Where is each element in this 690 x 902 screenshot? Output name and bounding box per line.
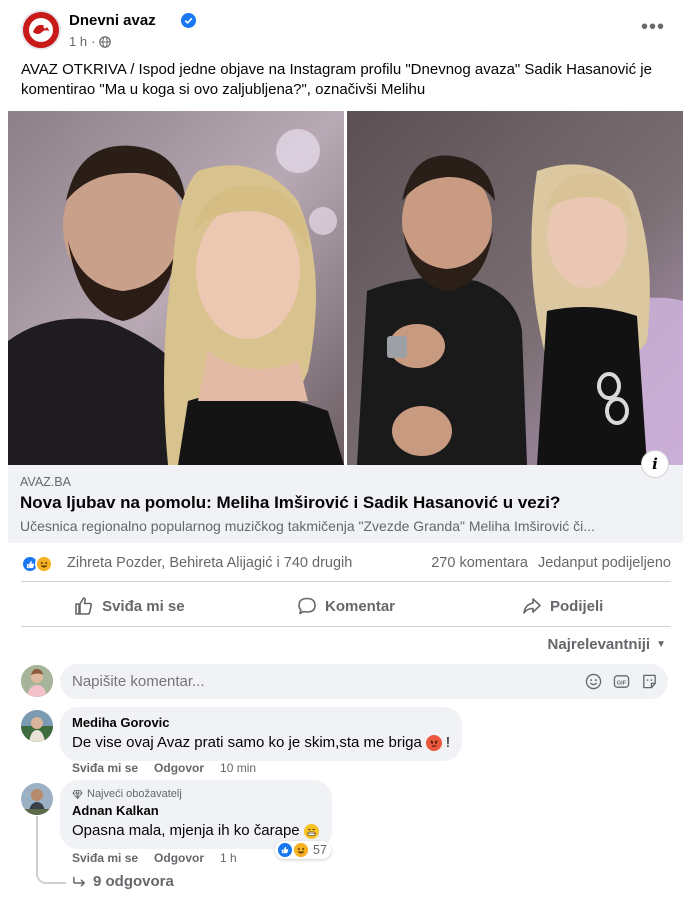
facebook-post: Dnevni avaz 1 h · ••• AVAZ OTKRIVA / Isp… [0, 0, 690, 902]
reactors-list[interactable]: Zihreta Pozder, Behireta Alijagić i 740 … [67, 555, 352, 571]
reply-arrow-icon [73, 876, 85, 886]
comment-text: Opasna mala, mjenja ih ko čarape [72, 822, 300, 839]
comment-input[interactable] [72, 664, 532, 699]
comment-icon [298, 597, 316, 615]
diamond-icon [72, 789, 83, 799]
comment-composer[interactable]: GIF [60, 664, 668, 699]
link-title[interactable]: Nova ljubav na pomolu: Meliha Imširović … [20, 493, 560, 513]
like-label: Sviđa mi se [102, 597, 185, 615]
commenter-avatar[interactable] [21, 710, 53, 742]
chevron-down-icon: ▼ [656, 639, 666, 650]
comment-reaction-count[interactable]: 57 [275, 841, 331, 859]
haha-reaction-icon [293, 842, 309, 858]
post-actions: Sviđa mi se Komentar Podijeli [21, 588, 671, 624]
reaction-icons[interactable] [21, 555, 53, 573]
view-replies-link[interactable]: 9 odgovora [72, 873, 174, 890]
share-count[interactable]: Jedanput podijeljeno [538, 555, 671, 571]
link-domain: AVAZ.BA [20, 475, 71, 489]
reaction-count: 57 [313, 843, 327, 857]
comment-reply-button[interactable]: Odgovor [154, 851, 204, 865]
comment-author[interactable]: Adnan Kalkan [72, 803, 320, 819]
comment-like-button[interactable]: Sviđa mi se [72, 851, 138, 865]
post-meta: 1 h · [69, 34, 112, 49]
divider [21, 626, 671, 627]
divider [21, 581, 671, 582]
photo-right [347, 111, 683, 465]
angry-emoji-icon [425, 735, 442, 751]
current-user-avatar[interactable] [21, 665, 53, 697]
share-label: Podijeli [550, 597, 604, 615]
link-preview-image[interactable] [8, 111, 683, 465]
page-name[interactable]: Dnevni avaz [69, 12, 156, 29]
reaction-stats: Zihreta Pozder, Behireta Alijagić i 740 … [21, 553, 671, 575]
comment-label: Komentar [325, 597, 396, 615]
comment-time[interactable]: 10 min [220, 761, 256, 775]
comment-like-button[interactable]: Sviđa mi se [72, 761, 138, 775]
grin-emoji-icon [304, 823, 320, 839]
badge-label: Najveći obožavatelj [87, 788, 182, 800]
post-header: Dnevni avaz 1 h · ••• [21, 10, 671, 54]
gif-icon[interactable]: GIF [612, 672, 630, 690]
globe-icon [99, 35, 112, 48]
share-icon [523, 598, 541, 614]
more-options-icon[interactable]: ••• [641, 16, 665, 39]
like-button[interactable]: Sviđa mi se [21, 588, 238, 624]
comment-count[interactable]: 270 komentara [431, 555, 528, 571]
commenter-avatar[interactable] [21, 783, 53, 815]
avaz-logo-icon [23, 12, 59, 48]
comment-sort-dropdown[interactable]: Najrelevantniji ▼ [548, 636, 666, 653]
svg-text:GIF: GIF [616, 680, 626, 686]
link-description: Učesnica regionalno popularnog muzičkog … [20, 518, 595, 534]
link-preview-box[interactable]: i AVAZ.BA Nova ljubav na pomolu: Meliha … [8, 450, 683, 543]
top-fan-badge: Najveći obožavatelj [72, 787, 320, 801]
like-reaction-icon [277, 842, 293, 858]
sticker-icon[interactable] [640, 672, 658, 690]
page-avatar[interactable] [21, 10, 61, 50]
comment-time[interactable]: 1 h [220, 851, 237, 865]
comment-reply-button[interactable]: Odgovor [154, 761, 204, 775]
emoji-icon[interactable] [584, 672, 602, 690]
sort-label: Najrelevantniji [547, 636, 651, 653]
share-button[interactable]: Podijeli [454, 588, 671, 624]
post-time[interactable]: 1 h [69, 34, 87, 49]
photo-left [8, 111, 344, 465]
verified-badge-icon [181, 13, 196, 28]
comment-text-suffix: ! [445, 734, 451, 751]
comment-author[interactable]: Mediha Gorovic [72, 715, 450, 731]
comment-button[interactable]: Komentar [238, 588, 455, 624]
thumbs-up-icon [75, 597, 93, 615]
comment-bubble: Mediha Gorovic De vise ovaj Avaz prati s… [60, 707, 463, 761]
haha-reaction-icon [35, 555, 53, 573]
replies-label: 9 odgovora [93, 873, 174, 890]
comment-bubble: Najveći obožavatelj Adnan Kalkan Opasna … [60, 780, 332, 849]
comment-text: De vise ovaj Avaz prati samo ko je skim,… [72, 734, 422, 751]
post-text: AVAZ OTKRIVA / Ispod jedne objave na Ins… [21, 61, 652, 98]
info-icon[interactable]: i [641, 450, 669, 478]
